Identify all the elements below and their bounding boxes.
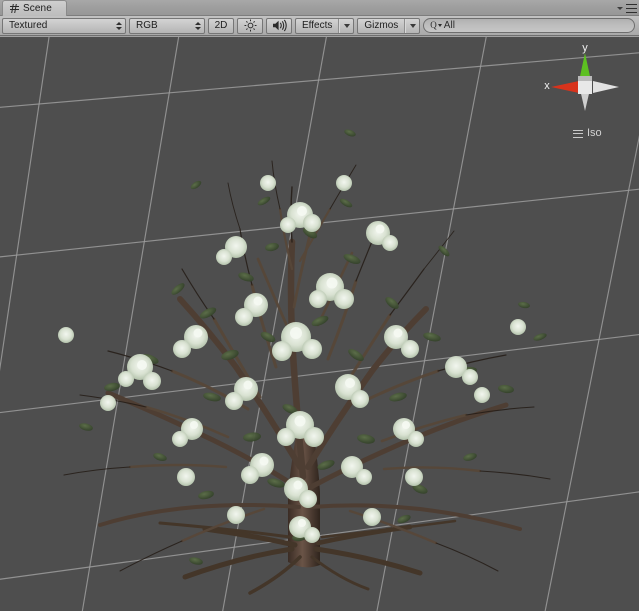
gizmos-dropdown-arrow[interactable] <box>405 18 419 33</box>
sun-icon <box>244 19 256 32</box>
search-filter-chevron-icon[interactable] <box>437 24 442 27</box>
gizmos-label: Gizmos <box>358 18 406 33</box>
gizmo-axis-negx-cone <box>593 81 619 93</box>
search-value: All <box>443 19 455 31</box>
tab-scene[interactable]: Scene <box>2 0 67 16</box>
scene-viewport[interactable]: y x Iso <box>0 37 639 611</box>
lighting-toggle-button[interactable] <box>237 17 263 34</box>
speaker-icon <box>272 19 287 32</box>
chevron-down-icon <box>343 23 350 28</box>
draw-mode-label: Textured <box>9 19 48 31</box>
draw-mode-dropdown[interactable]: Textured <box>2 17 126 34</box>
two-d-toggle-button[interactable]: 2D <box>208 17 234 34</box>
gizmo-axis-y-label: y <box>582 42 588 54</box>
grid-icon <box>10 4 19 13</box>
stepper-icon <box>195 21 201 30</box>
color-mode-dropdown[interactable]: RGB <box>129 17 205 34</box>
two-d-label: 2D <box>214 19 228 31</box>
chevron-down-icon <box>409 23 416 28</box>
hamburger-menu-icon[interactable] <box>626 3 637 13</box>
audio-toggle-button[interactable] <box>266 17 292 34</box>
scene-gizmo-axes[interactable]: y x <box>537 41 633 127</box>
hamburger-menu-icon[interactable] <box>573 129 583 138</box>
gizmo-axis-x-cone <box>551 81 579 93</box>
gizmo-center-cube <box>578 80 592 94</box>
search-icon: Q <box>430 20 437 30</box>
scene-toolbar: Textured RGB 2D Effects Gizmos Q All <box>0 16 639 36</box>
tab-bar: Scene <box>0 0 639 16</box>
stepper-icon <box>116 21 122 30</box>
gizmos-button[interactable]: Gizmos <box>357 17 421 34</box>
effects-button[interactable]: Effects <box>295 17 355 34</box>
tab-bar-controls <box>617 1 637 15</box>
gizmo-axis-x-label: x <box>544 80 550 92</box>
tab-scene-label: Scene <box>23 2 52 14</box>
color-mode-label: RGB <box>136 19 158 31</box>
scene-view-gizmo[interactable]: y x Iso <box>537 41 633 141</box>
chevron-down-icon[interactable] <box>617 6 623 10</box>
effects-dropdown-arrow[interactable] <box>339 18 353 33</box>
search-input[interactable]: Q All <box>423 18 635 33</box>
gizmo-projection-row[interactable]: Iso <box>573 128 602 139</box>
unity-scene-window: Scene Textured RGB 2D Effects Gizmos Q A… <box>0 0 639 611</box>
gizmo-projection-label: Iso <box>587 127 602 139</box>
effects-label: Effects <box>296 18 340 33</box>
